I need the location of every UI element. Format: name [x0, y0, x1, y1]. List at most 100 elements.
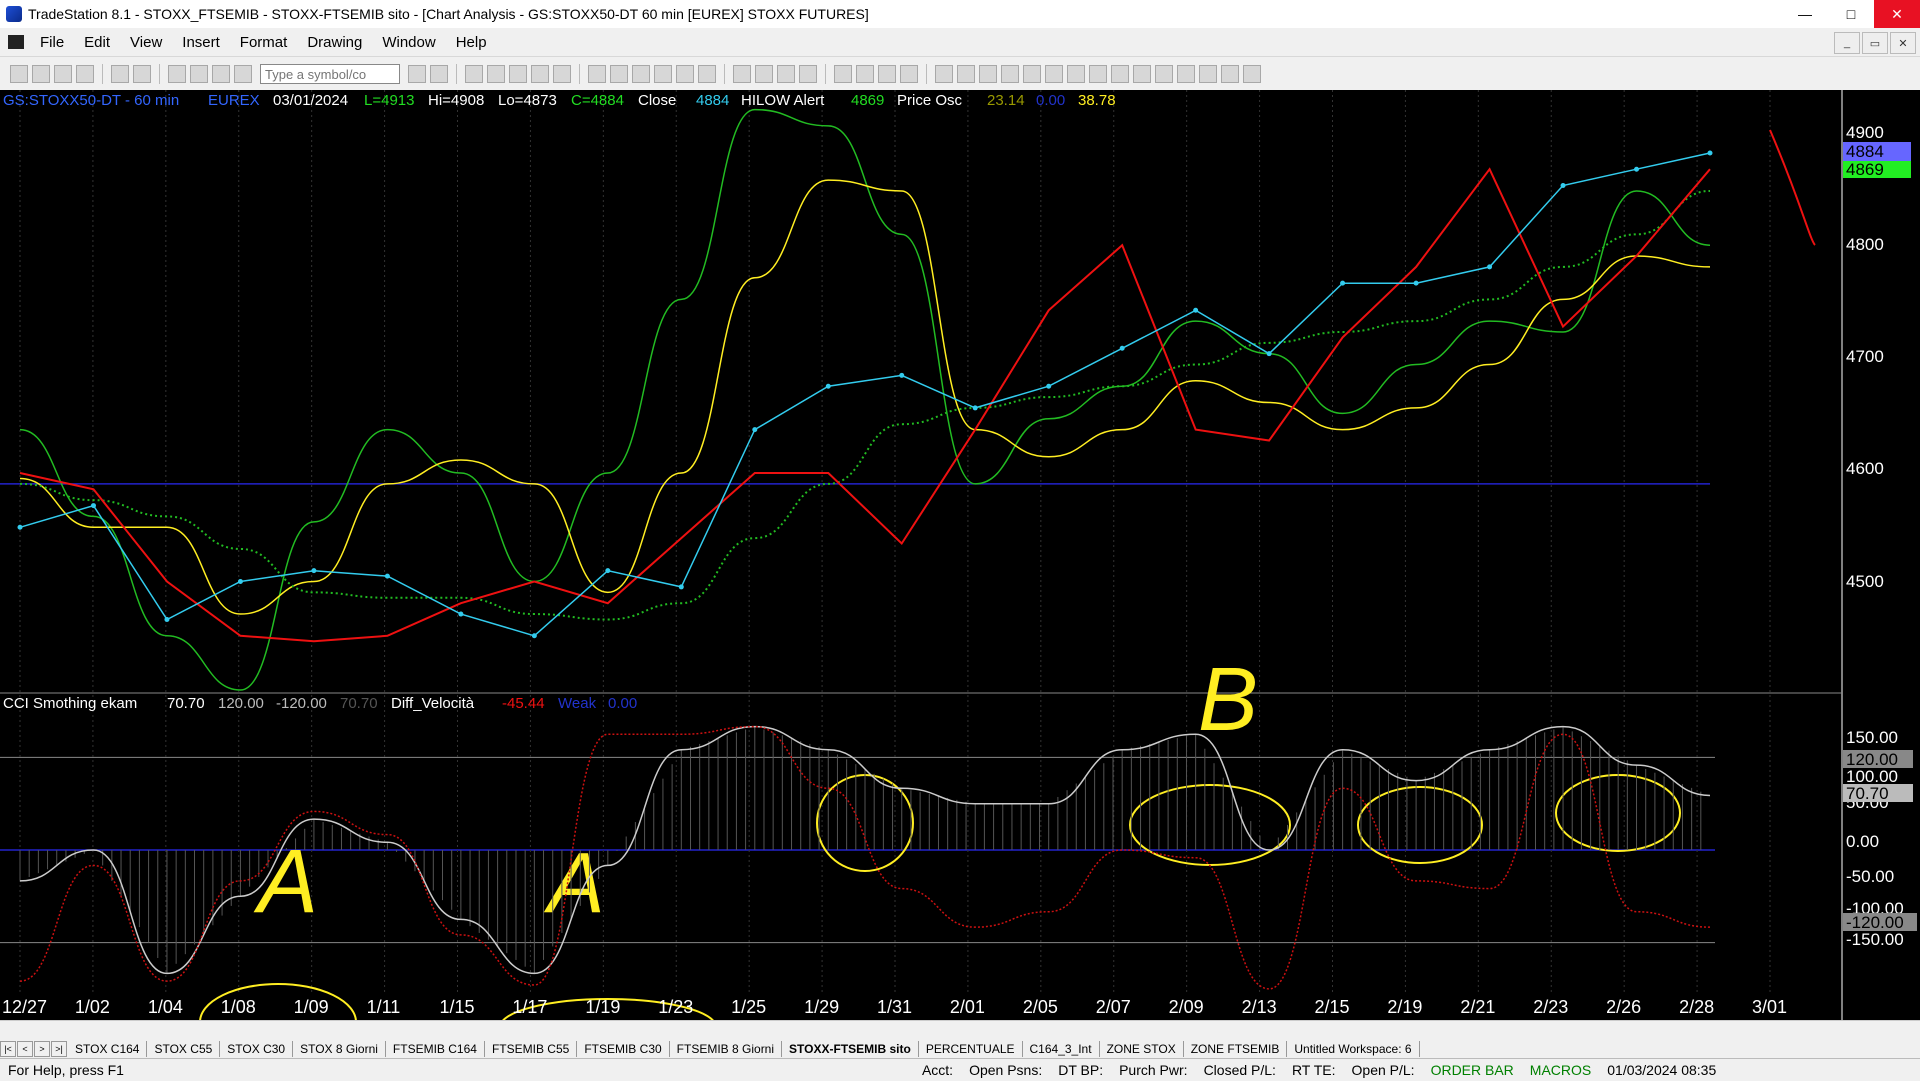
close-price-point — [752, 427, 758, 433]
status-macros[interactable]: MACROS — [1530, 1062, 1591, 1078]
rectangle-icon[interactable] — [1221, 65, 1239, 83]
trendline-icon[interactable] — [935, 65, 953, 83]
hilow-label: HILOW Alert — [741, 92, 825, 109]
tab-last-button[interactable]: >| — [51, 1041, 67, 1057]
tab-zone-stox[interactable]: ZONE STOX — [1100, 1041, 1184, 1057]
zoom-in-icon[interactable] — [777, 65, 795, 83]
mdi-restore-button[interactable]: ▭ — [1862, 32, 1888, 54]
green-dotted-average-line — [19, 189, 1711, 621]
tab-first-button[interactable]: |< — [0, 1041, 16, 1057]
tab-untitled-workspace[interactable]: Untitled Workspace: 6 — [1287, 1041, 1420, 1057]
tab-c164-3-int[interactable]: C164_3_Int — [1023, 1041, 1100, 1057]
tab-next-button[interactable]: > — [34, 1041, 50, 1057]
symbol-go-icon[interactable] — [430, 65, 448, 83]
tab-ftsemib-c164[interactable]: FTSEMIB C164 — [386, 1041, 485, 1057]
strategy-icon[interactable] — [553, 65, 571, 83]
menu-window[interactable]: Window — [372, 34, 445, 51]
mdi-close-button[interactable]: ✕ — [1890, 32, 1916, 54]
symbol-input[interactable] — [260, 64, 400, 84]
andrews-pitchfork-icon[interactable] — [1089, 65, 1107, 83]
status-order-bar[interactable]: ORDER BAR — [1431, 1062, 1514, 1078]
tab-zone-ftsemib[interactable]: ZONE FTSEMIB — [1184, 1041, 1288, 1057]
tab-stoxx-ftsemib-sito[interactable]: STOXX-FTSEMIB sito — [782, 1041, 919, 1057]
compress-icon[interactable] — [755, 65, 773, 83]
menu-format[interactable]: Format — [230, 34, 298, 51]
chart-style-icon[interactable] — [465, 65, 483, 83]
workspace-icon[interactable] — [168, 65, 186, 83]
ellipse-icon[interactable] — [1199, 65, 1217, 83]
horizontal-line-icon[interactable] — [957, 65, 975, 83]
chart-window-icon[interactable] — [8, 35, 24, 49]
tab-stox-8-giorni[interactable]: STOX 8 Giorni — [293, 1041, 386, 1057]
zoom-out-icon[interactable] — [799, 65, 817, 83]
text-icon[interactable] — [1243, 65, 1261, 83]
cci-tick-0: 0.00 — [1846, 832, 1879, 851]
maximize-button[interactable]: □ — [1828, 0, 1874, 28]
grid-icon[interactable] — [509, 65, 527, 83]
menu-view[interactable]: View — [120, 34, 172, 51]
cci-tag-120-text: 120.00 — [1846, 750, 1898, 769]
bar-chart-icon[interactable] — [487, 65, 505, 83]
tab-ftsemib-8-giorni[interactable]: FTSEMIB 8 Giorni — [670, 1041, 783, 1057]
lock-icon[interactable] — [212, 65, 230, 83]
speed-lines-icon[interactable] — [1067, 65, 1085, 83]
arc-icon[interactable] — [1111, 65, 1129, 83]
menu-help[interactable]: Help — [446, 34, 497, 51]
chart-area[interactable]: GS:STOXX50-DT - 60 min EUREX 03/01/2024 … — [0, 90, 1920, 1061]
tab-stox-c55[interactable]: STOX C55 — [147, 1041, 221, 1057]
tools-icon[interactable] — [878, 65, 896, 83]
cci-tag-value-text: 70.70 — [1846, 784, 1889, 803]
data-window-icon[interactable] — [610, 65, 628, 83]
hand-icon[interactable] — [900, 65, 918, 83]
tab-stox-c30[interactable]: STOX C30 — [220, 1041, 294, 1057]
save-icon[interactable] — [54, 65, 72, 83]
expand-icon[interactable] — [733, 65, 751, 83]
tab-percentuale[interactable]: PERCENTUALE — [919, 1041, 1023, 1057]
tab-ftsemib-c55[interactable]: FTSEMIB C55 — [485, 1041, 578, 1057]
copy-icon[interactable] — [76, 65, 94, 83]
desktop-icon[interactable] — [190, 65, 208, 83]
vertical-line-icon[interactable] — [979, 65, 997, 83]
matrix-icon[interactable] — [676, 65, 694, 83]
tab-ftsemib-c30[interactable]: FTSEMIB C30 — [577, 1041, 670, 1057]
menu-bar: File Edit View Insert Format Drawing Win… — [0, 28, 1920, 56]
drag-icon[interactable] — [856, 65, 874, 83]
open-icon[interactable] — [32, 65, 50, 83]
format-icon[interactable] — [588, 65, 606, 83]
gann-icon[interactable] — [1045, 65, 1063, 83]
pointer-icon[interactable] — [834, 65, 852, 83]
arrow-down-icon[interactable] — [1155, 65, 1173, 83]
close-button[interactable]: ✕ — [1874, 0, 1920, 28]
mdi-minimize-button[interactable]: _ — [1834, 32, 1860, 54]
alert-icon[interactable] — [632, 65, 650, 83]
arrow-up-icon[interactable] — [1177, 65, 1195, 83]
tab-prev-button[interactable]: < — [17, 1041, 33, 1057]
scan-icon[interactable] — [698, 65, 716, 83]
colors-icon[interactable] — [234, 65, 252, 83]
menu-file[interactable]: File — [30, 34, 74, 51]
indicator-icon[interactable] — [531, 65, 549, 83]
minimize-button[interactable]: — — [1782, 0, 1828, 28]
cci-tick-150: 150.00 — [1846, 728, 1898, 747]
close-price-point — [1046, 383, 1052, 389]
time-tick-label: 2/26 — [1606, 997, 1641, 1017]
cci-value-3: -120.00 — [276, 695, 327, 712]
horizontal-scrollbar[interactable] — [0, 1020, 1920, 1041]
chart-svg[interactable]: GS:STOXX50-DT - 60 min EUREX 03/01/2024 … — [0, 90, 1920, 1061]
tab-stox-c164[interactable]: STOX C164 — [68, 1041, 148, 1057]
menu-insert[interactable]: Insert — [172, 34, 230, 51]
status-dt-bp: DT BP: — [1058, 1062, 1104, 1078]
new-icon[interactable] — [10, 65, 28, 83]
freehand-icon[interactable] — [1133, 65, 1151, 83]
hilow-tag-text: 4869 — [1846, 160, 1884, 179]
channel-icon[interactable] — [1023, 65, 1041, 83]
symbol-dropdown-icon[interactable] — [408, 65, 426, 83]
menu-drawing[interactable]: Drawing — [297, 34, 372, 51]
radar-icon[interactable] — [654, 65, 672, 83]
status-open-pl: Open P/L: — [1351, 1062, 1415, 1078]
print-icon[interactable] — [111, 65, 129, 83]
menu-edit[interactable]: Edit — [74, 34, 120, 51]
close-label: Close — [638, 92, 676, 109]
fibonacci-icon[interactable] — [1001, 65, 1019, 83]
print-preview-icon[interactable] — [133, 65, 151, 83]
